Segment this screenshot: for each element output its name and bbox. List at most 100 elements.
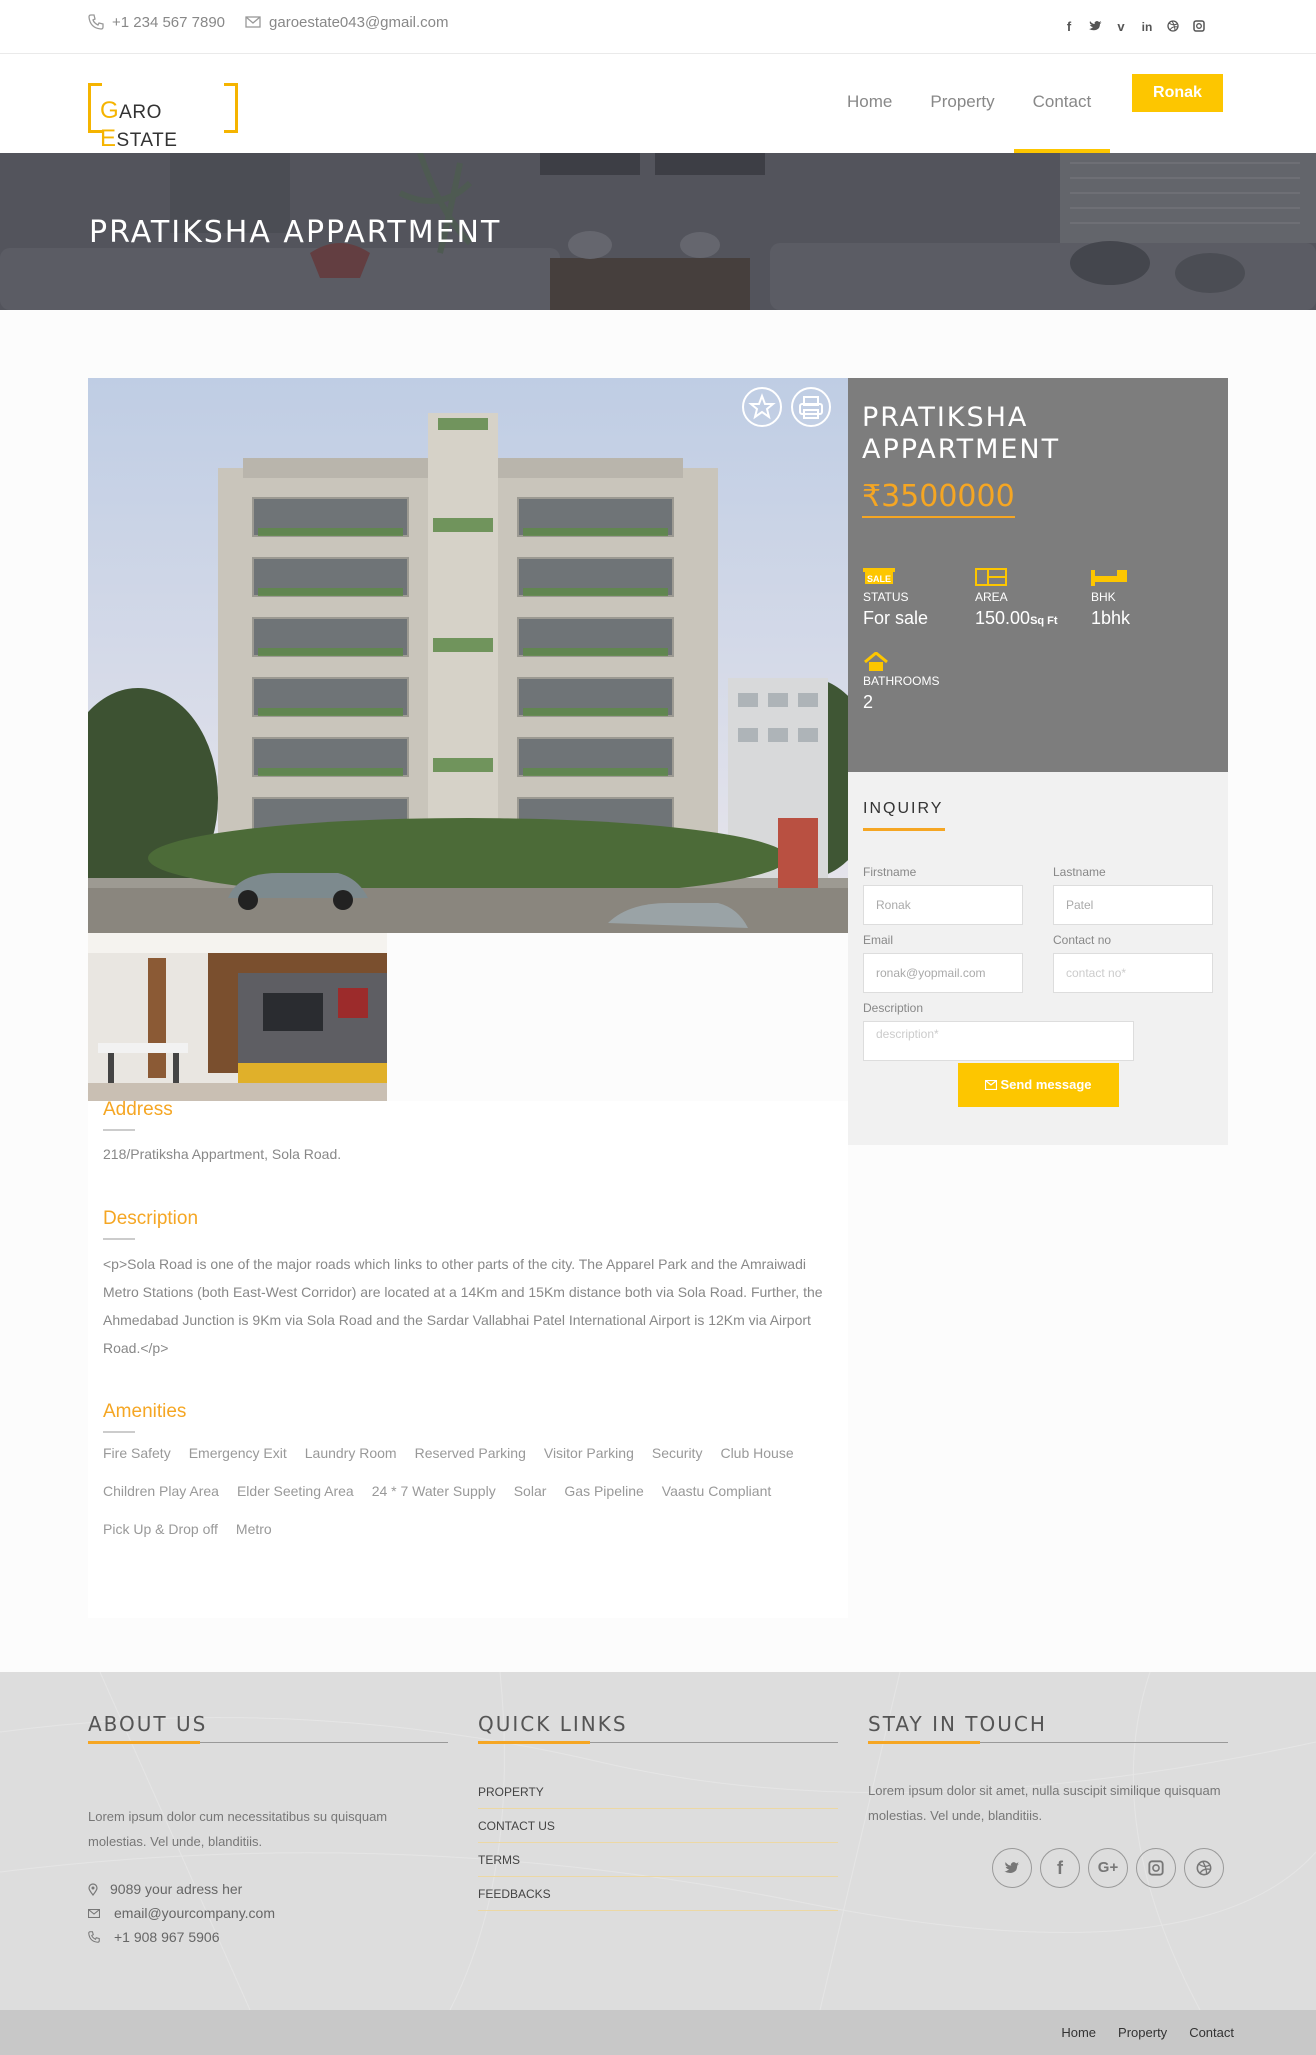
- description-text: <p>Sola Road is one of the major roads w…: [103, 1256, 823, 1356]
- nav-home[interactable]: Home: [828, 92, 911, 153]
- email-label: Email: [863, 933, 894, 947]
- lastname-field[interactable]: Patel: [1053, 885, 1213, 925]
- email-text: garoestate043@gmail.com: [269, 14, 449, 31]
- footer-address: 9089 your adress her: [88, 1881, 242, 1897]
- facebook-icon[interactable]: f: [1062, 20, 1076, 34]
- footer-email[interactable]: email@yourcompany.com: [88, 1905, 275, 1921]
- page-title: PRATIKSHA APPARTMENT: [89, 215, 502, 250]
- envelope-icon: [245, 14, 261, 30]
- amenity-item: Emergency Exit: [188, 1445, 287, 1461]
- instagram-icon[interactable]: [1192, 20, 1206, 34]
- quick-link-feedbacks[interactable]: FEEDBACKS: [478, 1877, 838, 1911]
- dribbble-icon[interactable]: [1166, 20, 1180, 34]
- quick-links-title: QUICK LINKS: [478, 1712, 628, 1736]
- phone-icon: [88, 1931, 100, 1943]
- inquiry-title: INQUIRY: [863, 800, 946, 831]
- footer-bottom-nav: Home Property Contact: [1061, 2025, 1234, 2040]
- amenity-item: Security: [651, 1445, 703, 1461]
- about-text: Lorem ipsum dolor cum necessitatibus su …: [88, 1809, 388, 1849]
- inquiry-form: INQUIRY Firstname Ronak Lastname Patel E…: [848, 772, 1228, 1145]
- address-text: 218/Pratiksha Appartment, Sola Road.: [103, 1146, 342, 1162]
- amenities-title: Amenities: [103, 1401, 187, 1433]
- footer-link-contact[interactable]: Contact: [1189, 2025, 1234, 2040]
- amenity-item: Children Play Area: [103, 1483, 219, 1499]
- quick-links-divider: [478, 1741, 838, 1744]
- favorite-star-icon[interactable]: [742, 387, 782, 427]
- instagram-icon[interactable]: [1136, 1848, 1176, 1888]
- google-plus-icon[interactable]: G+: [1088, 1848, 1128, 1888]
- stay-in-touch-divider: [868, 1741, 1228, 1744]
- quick-link-terms[interactable]: TERMS: [478, 1843, 838, 1877]
- twitter-icon[interactable]: [992, 1848, 1032, 1888]
- floorplan-icon: [975, 568, 1085, 586]
- footer-phone[interactable]: +1 908 967 5906: [88, 1929, 220, 1945]
- footer-bottom-bar: Home Property Contact: [0, 2010, 1316, 2055]
- amenity-item: Visitor Parking: [543, 1445, 634, 1461]
- firstname-label: Firstname: [863, 865, 917, 879]
- property-summary-panel: PRATIKSHA APPARTMENT ₹3500000 SALE STATU…: [848, 378, 1228, 772]
- vimeo-icon[interactable]: v: [1114, 20, 1128, 34]
- user-account-button[interactable]: Ronak: [1132, 74, 1223, 112]
- email-item[interactable]: garoestate043@gmail.com: [245, 14, 449, 31]
- amenity-item: Vaastu Compliant: [661, 1483, 772, 1499]
- phone-text: +1 234 567 7890: [112, 14, 226, 31]
- summary-title: PRATIKSHA APPARTMENT: [862, 402, 1061, 465]
- sale-tag-icon: SALE: [863, 568, 973, 586]
- site-header: GARO ESTATE Home Property Contact Ronak: [0, 54, 1316, 153]
- main-nav: Home Property Contact: [828, 92, 1110, 153]
- amenity-item: Solar: [513, 1483, 547, 1499]
- dribbble-icon[interactable]: [1184, 1848, 1224, 1888]
- photo-actions: [742, 387, 831, 427]
- stay-in-touch-title: STAY IN TOUCH: [868, 1712, 1047, 1736]
- interior-image: [88, 933, 387, 1101]
- facebook-icon[interactable]: f: [1040, 1848, 1080, 1888]
- nav-contact[interactable]: Contact: [1013, 92, 1111, 153]
- send-message-button[interactable]: Send message: [958, 1063, 1119, 1107]
- nav-property[interactable]: Property: [911, 92, 1013, 153]
- footer-link-property[interactable]: Property: [1118, 2025, 1167, 2040]
- house-icon: [863, 651, 1003, 671]
- svg-text:SALE: SALE: [867, 574, 891, 584]
- address-title: Address: [103, 1099, 173, 1131]
- site-logo[interactable]: GARO ESTATE: [88, 83, 238, 152]
- top-contact: +1 234 567 7890 garoestate043@gmail.com: [88, 14, 449, 31]
- description-field[interactable]: description*: [863, 1021, 1134, 1061]
- contact-label: Contact no: [1053, 933, 1112, 947]
- top-bar: +1 234 567 7890 garoestate043@gmail.com …: [0, 0, 1316, 54]
- amenity-item: 24 * 7 Water Supply: [371, 1483, 496, 1499]
- logo-text: GARO ESTATE: [100, 97, 178, 152]
- firstname-field[interactable]: Ronak: [863, 885, 1023, 925]
- footer-link-home[interactable]: Home: [1061, 2025, 1096, 2040]
- quick-link-contact-us[interactable]: CONTACT US: [478, 1809, 838, 1843]
- bhk-stat: BHK 1bhk: [1091, 568, 1201, 629]
- twitter-icon[interactable]: [1088, 20, 1102, 34]
- social-links: f v in: [1062, 20, 1206, 34]
- envelope-icon: [985, 1079, 998, 1091]
- contact-field[interactable]: contact no*: [1053, 953, 1213, 993]
- area-stat: AREA 150.00Sq Ft: [975, 568, 1085, 629]
- stay-in-touch-text: Lorem ipsum dolor sit amet, nulla suscip…: [868, 1783, 1221, 1823]
- property-thumbnail[interactable]: [88, 933, 387, 1101]
- map-pin-icon: [88, 1882, 98, 1896]
- print-icon[interactable]: [791, 387, 831, 427]
- building-image: [88, 378, 848, 933]
- amenity-item: Fire Safety: [103, 1445, 171, 1461]
- about-divider: [88, 1741, 448, 1744]
- bathrooms-stat: BATHROOMS 2: [863, 651, 1003, 713]
- phone-icon: [88, 14, 104, 30]
- quick-link-property[interactable]: PROPERTY: [478, 1775, 838, 1809]
- about-title: ABOUT US: [88, 1712, 208, 1736]
- status-stat: SALE STATUS For sale: [863, 568, 973, 629]
- amenity-item: Gas Pipeline: [564, 1483, 644, 1499]
- bed-icon: [1091, 568, 1201, 586]
- property-main-photo[interactable]: [88, 378, 848, 933]
- email-field[interactable]: ronak@yopmail.com: [863, 953, 1023, 993]
- linkedin-icon[interactable]: in: [1140, 20, 1154, 34]
- description-title: Description: [103, 1208, 199, 1240]
- amenity-item: Club House: [720, 1445, 794, 1461]
- amenity-item: Metro: [235, 1521, 272, 1537]
- amenity-item: Laundry Room: [304, 1445, 397, 1461]
- phone-item[interactable]: +1 234 567 7890: [88, 14, 225, 31]
- amenity-item: Reserved Parking: [414, 1445, 526, 1461]
- amenity-item: Pick Up & Drop off: [103, 1521, 218, 1537]
